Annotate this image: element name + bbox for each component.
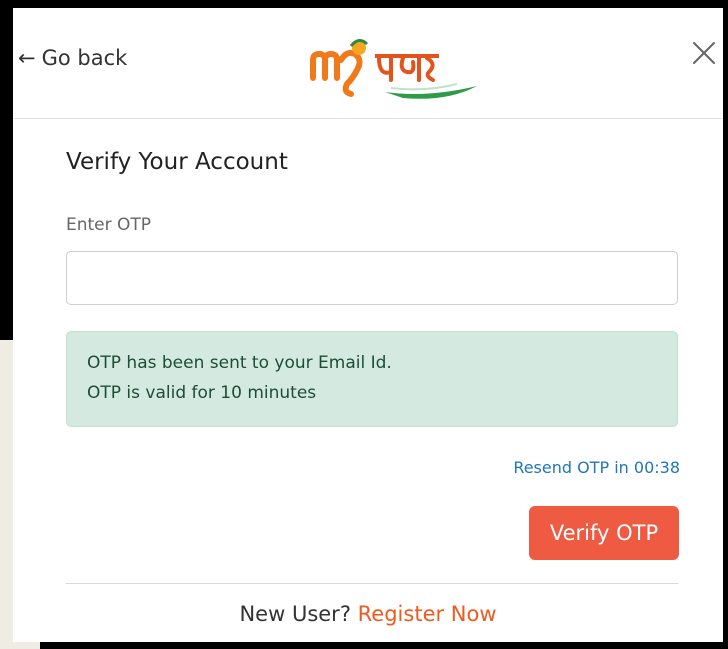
alert-line-2: OTP is valid for 10 minutes [87, 383, 317, 403]
page-title: Verify Your Account [66, 149, 288, 175]
verify-account-modal: ← Go back Verify Your Account Enter OTP … [13, 8, 723, 642]
otp-sent-alert: OTP has been sent to your Email Id. OTP … [66, 331, 678, 427]
go-back-label: Go back [41, 46, 128, 70]
otp-label: Enter OTP [66, 215, 152, 235]
go-back-button[interactable]: ← Go back [18, 46, 127, 70]
close-icon[interactable] [691, 40, 717, 66]
arrow-left-icon: ← [18, 46, 36, 70]
modal-header: ← Go back [13, 8, 723, 119]
register-now-link[interactable]: Register Now [358, 602, 497, 626]
verify-otp-button[interactable]: Verify OTP [529, 506, 679, 560]
new-user-prompt: New User? [239, 602, 351, 626]
alert-line-1: OTP has been sent to your Email Id. [87, 353, 392, 373]
otp-input[interactable] [66, 251, 678, 305]
footer: New User? Register Now [13, 602, 723, 626]
my-bharat-logo [310, 39, 477, 99]
divider [66, 583, 678, 584]
resend-otp-link[interactable]: Resend OTP in 00:38 [513, 458, 680, 477]
